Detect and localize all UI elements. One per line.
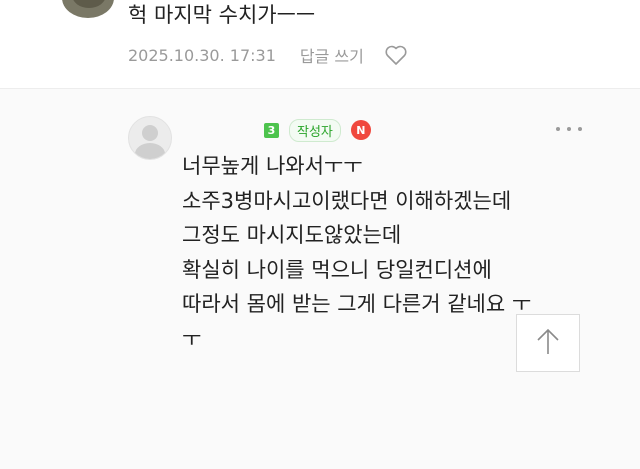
more-icon[interactable] — [556, 124, 582, 134]
commenter-avatar[interactable] — [62, 0, 114, 18]
reply-line: 소주3병마시고이랬다면 이해하겠는데 — [182, 188, 512, 213]
comment-meta: 2025.10.30. 17:31 답글 쓰기 — [128, 42, 408, 68]
reply-line: 그정도 마시지도않았는데 — [182, 223, 402, 247]
arrow-up-icon — [535, 326, 561, 360]
scroll-to-top-button[interactable] — [516, 314, 580, 372]
level-badge: 3 — [264, 122, 279, 138]
reply-author-row: 3 작성자 N — [182, 118, 371, 142]
comment-date: 2025.10.30. 17:31 — [128, 45, 276, 65]
writer-badge: 작성자 — [289, 118, 341, 142]
reply-line: 너무높게 나와서ㅜㅜ — [182, 154, 363, 178]
reply-line: 확실히 나이를 먹으니 당일컨디션에 — [182, 257, 492, 282]
new-badge: N — [350, 120, 371, 140]
comment-text: 헉 마지막 수치가ㅡㅡ — [128, 3, 316, 27]
heart-icon[interactable] — [384, 44, 408, 66]
default-avatar-icon[interactable] — [128, 116, 172, 160]
reply-button[interactable]: 답글 쓰기 — [300, 43, 364, 67]
